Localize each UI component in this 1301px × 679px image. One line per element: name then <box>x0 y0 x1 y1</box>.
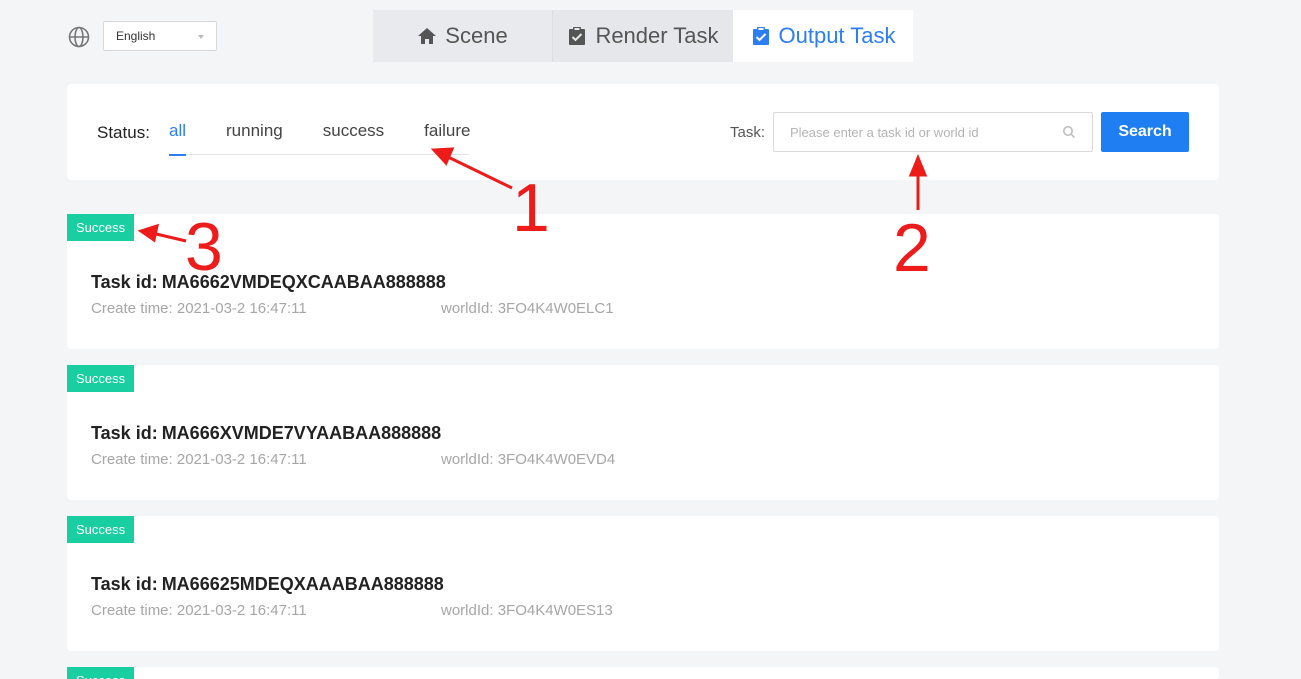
task-id-label: Task id: <box>91 423 158 443</box>
tab-render-task[interactable]: Render Task <box>553 10 733 62</box>
world-id: worldId: 3FO4K4W0EVD4 <box>441 451 616 468</box>
task-search-input[interactable] <box>773 112 1093 152</box>
chevron-down-icon <box>198 35 204 39</box>
status-label: Status: <box>97 123 150 142</box>
task-id-value: MA666XVMDE7VYAABAA888888 <box>161 423 442 443</box>
clipboard-icon <box>569 27 586 45</box>
task-id: Task id: MA666XVMDE7VYAABAA888888 <box>91 423 441 444</box>
language-select[interactable]: English <box>103 21 217 51</box>
annotation-number-3: 3 <box>185 209 223 285</box>
task-id-value: MA66625MDEQXAAABAA888888 <box>161 574 444 594</box>
status-badge: Success <box>67 516 135 543</box>
status-badge: Success <box>67 667 135 679</box>
tab-output-task-label: Output Task <box>778 23 896 48</box>
task-card[interactable]: Success Task id: MA6662VMDEQXCAABAA888888… <box>67 214 1219 349</box>
status-tab-success[interactable]: success <box>323 121 384 155</box>
task-card[interactable]: Success Task id: MA66625MDEQXAAABAA888888… <box>67 516 1219 651</box>
world-id: worldId: 3FO4K4W0ELC1 <box>441 300 614 317</box>
annotation-number-2: 2 <box>893 210 931 286</box>
status-tab-running[interactable]: running <box>226 121 283 155</box>
status-badge: Success <box>67 214 135 241</box>
task-card[interactable]: Success <box>67 667 1219 679</box>
tab-scene-label: Scene <box>445 23 508 48</box>
world-id: worldId: 3FO4K4W0ES13 <box>441 602 613 619</box>
annotation-number-1: 1 <box>512 170 550 246</box>
clipboard-check-icon <box>752 27 769 45</box>
status-tab-all[interactable]: all <box>169 121 187 156</box>
task-id: Task id: MA6662VMDEQXCAABAA888888 <box>91 272 446 293</box>
search-icon <box>1063 126 1076 139</box>
search-button[interactable]: Search <box>1101 112 1189 152</box>
task-card[interactable]: Success Task id: MA666XVMDE7VYAABAA888888… <box>67 365 1219 500</box>
status-badge: Success <box>67 365 135 392</box>
create-time: Create time: 2021-03-2 16:47:11 <box>91 602 307 619</box>
task-label: Task: <box>730 124 766 141</box>
create-time: Create time: 2021-03-2 16:47:11 <box>91 451 307 468</box>
filter-card: Status: all running success failure Task… <box>67 84 1219 180</box>
status-tab-failure[interactable]: failure <box>424 121 470 155</box>
tab-output-task[interactable]: Output Task <box>733 10 913 62</box>
top-tabs: Scene Render Task Output Task <box>373 10 913 62</box>
globe-icon[interactable] <box>68 26 90 48</box>
tab-scene[interactable]: Scene <box>373 10 553 62</box>
tab-render-task-label: Render Task <box>595 23 719 48</box>
status-tabs: all running success failure <box>169 121 470 156</box>
task-id-label: Task id: <box>91 272 158 292</box>
home-icon <box>418 28 437 44</box>
language-select-value: English <box>116 29 156 43</box>
create-time: Create time: 2021-03-2 16:47:11 <box>91 300 307 317</box>
task-id: Task id: MA66625MDEQXAAABAA888888 <box>91 574 444 595</box>
task-id-label: Task id: <box>91 574 158 594</box>
